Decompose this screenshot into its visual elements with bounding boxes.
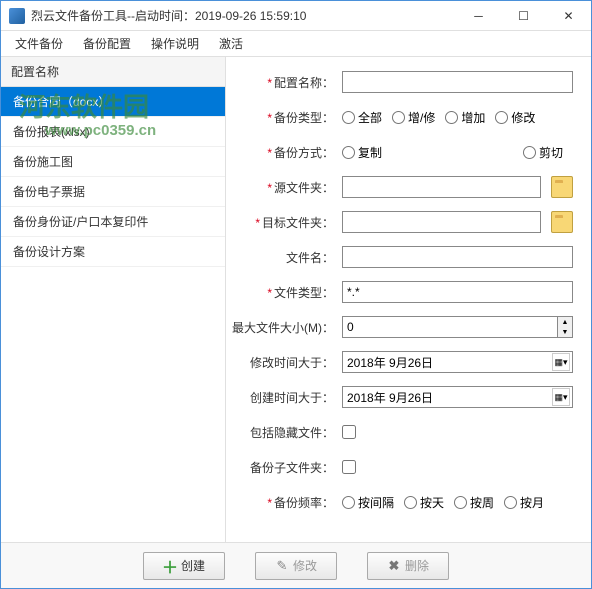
radio-freq-week[interactable]: 按周	[454, 494, 494, 511]
datepicker-create-time[interactable]: 2018年 9月26日 ▦▾	[342, 386, 573, 408]
label-modify-time: 修改时间大于：	[232, 354, 342, 371]
titlebar: 烈云文件备份工具--启动时间：2019-09-26 15:59:10 ─ ☐ ✕	[1, 1, 591, 31]
row-source-folder: *源文件夹：	[232, 176, 573, 198]
pencil-icon: ✎	[275, 559, 289, 573]
form-panel: *配置名称： *备份类型： 全部 增/修 增加 修改 *备份方式：	[226, 57, 591, 542]
menu-backup-config[interactable]: 备份配置	[73, 32, 141, 55]
close-button[interactable]: ✕	[546, 1, 591, 30]
input-file-name[interactable]	[342, 246, 573, 268]
row-max-file-size: 最大文件大小(M)： ▲ ▼	[232, 316, 573, 338]
sidebar-header: 配置名称	[1, 57, 225, 87]
calendar-icon[interactable]: ▦▾	[552, 353, 570, 371]
row-config-name: *配置名称：	[232, 71, 573, 93]
window-controls: ─ ☐ ✕	[456, 1, 591, 30]
label-config-name: *配置名称：	[232, 74, 342, 91]
row-backup-frequency: *备份频率： 按间隔 按天 按周 按月	[232, 491, 573, 513]
delete-button-label: 删除	[405, 557, 429, 574]
radio-freq-day[interactable]: 按天	[404, 494, 444, 511]
menubar: 文件备份 备份配置 操作说明 激活	[1, 31, 591, 57]
create-button-label: 创建	[181, 557, 205, 574]
maximize-button[interactable]: ☐	[501, 1, 546, 30]
row-file-type: *文件类型：	[232, 281, 573, 303]
calendar-icon[interactable]: ▦▾	[552, 388, 570, 406]
sidebar-item-1[interactable]: 备份报表(xlsx)	[1, 117, 225, 147]
sidebar-item-2[interactable]: 备份施工图	[1, 147, 225, 177]
app-icon	[9, 8, 25, 24]
spinner-down-button[interactable]: ▼	[558, 327, 572, 337]
radio-freq-interval[interactable]: 按间隔	[342, 494, 394, 511]
create-button[interactable]: ＋ 创建	[143, 552, 225, 580]
radio-backup-type-mod[interactable]: 修改	[495, 109, 535, 126]
browse-source-folder-button[interactable]	[551, 176, 573, 198]
datepicker-create-time-value: 2018年 9月26日	[343, 389, 552, 406]
spinner-up-button[interactable]: ▲	[558, 317, 572, 327]
modify-button[interactable]: ✎ 修改	[255, 552, 337, 580]
radio-freq-month[interactable]: 按月	[504, 494, 544, 511]
delete-button[interactable]: ✖ 删除	[367, 552, 449, 580]
input-file-type[interactable]	[342, 281, 573, 303]
label-file-name: 文件名：	[232, 249, 342, 266]
x-icon: ✖	[387, 559, 401, 573]
spinner-buttons: ▲ ▼	[557, 316, 573, 338]
row-backup-subfolders: 备份子文件夹：	[232, 456, 573, 478]
row-include-hidden: 包括隐藏文件：	[232, 421, 573, 443]
spinner-max-file-size[interactable]: ▲ ▼	[342, 316, 573, 338]
input-max-file-size[interactable]	[342, 316, 557, 338]
label-source-folder: *源文件夹：	[232, 179, 342, 196]
radio-group-backup-type: 全部 增/修 增加 修改	[342, 109, 535, 126]
label-backup-subfolders: 备份子文件夹：	[232, 459, 342, 476]
body: 河东软件园 www.pc0359.cn 配置名称 备份合同（docx） 备份报表…	[1, 57, 591, 542]
minimize-button[interactable]: ─	[456, 1, 501, 30]
radio-group-backup-mode: 复制 剪切	[342, 144, 573, 161]
sidebar-item-5[interactable]: 备份设计方案	[1, 237, 225, 267]
menu-activate[interactable]: 激活	[209, 32, 253, 55]
radio-backup-type-all[interactable]: 全部	[342, 109, 382, 126]
sidebar-item-4[interactable]: 备份身份证/户口本复印件	[1, 207, 225, 237]
radio-backup-type-add[interactable]: 增加	[445, 109, 485, 126]
sidebar-item-0[interactable]: 备份合同（docx）	[1, 87, 225, 117]
modify-button-label: 修改	[293, 557, 317, 574]
checkbox-backup-subfolders[interactable]	[342, 460, 356, 474]
label-backup-mode: *备份方式：	[232, 144, 342, 161]
input-target-folder[interactable]	[342, 211, 541, 233]
menu-operation-help[interactable]: 操作说明	[141, 32, 209, 55]
radio-backup-mode-cut[interactable]: 剪切	[523, 144, 563, 161]
input-config-name[interactable]	[342, 71, 573, 93]
label-file-type: *文件类型：	[232, 284, 342, 301]
buttonbar: ＋ 创建 ✎ 修改 ✖ 删除	[1, 542, 591, 588]
label-target-folder: *目标文件夹：	[232, 214, 342, 231]
label-backup-type: *备份类型：	[232, 109, 342, 126]
browse-target-folder-button[interactable]	[551, 211, 573, 233]
label-backup-frequency: *备份频率：	[232, 494, 342, 511]
input-source-folder[interactable]	[342, 176, 541, 198]
radio-group-backup-frequency: 按间隔 按天 按周 按月	[342, 494, 544, 511]
label-max-file-size: 最大文件大小(M)：	[232, 319, 342, 336]
checkbox-include-hidden[interactable]	[342, 425, 356, 439]
menu-file-backup[interactable]: 文件备份	[5, 32, 73, 55]
main-window: 烈云文件备份工具--启动时间：2019-09-26 15:59:10 ─ ☐ ✕…	[0, 0, 592, 589]
plus-icon: ＋	[163, 559, 177, 573]
window-title: 烈云文件备份工具--启动时间：2019-09-26 15:59:10	[31, 7, 456, 24]
row-file-name: 文件名：	[232, 246, 573, 268]
row-target-folder: *目标文件夹：	[232, 211, 573, 233]
label-create-time: 创建时间大于：	[232, 389, 342, 406]
row-modify-time: 修改时间大于： 2018年 9月26日 ▦▾	[232, 351, 573, 373]
row-create-time: 创建时间大于： 2018年 9月26日 ▦▾	[232, 386, 573, 408]
radio-backup-mode-copy[interactable]: 复制	[342, 144, 382, 161]
row-backup-type: *备份类型： 全部 增/修 增加 修改	[232, 106, 573, 128]
sidebar-item-3[interactable]: 备份电子票据	[1, 177, 225, 207]
datepicker-modify-time-value: 2018年 9月26日	[343, 354, 552, 371]
label-include-hidden: 包括隐藏文件：	[232, 424, 342, 441]
datepicker-modify-time[interactable]: 2018年 9月26日 ▦▾	[342, 351, 573, 373]
radio-backup-type-addmod[interactable]: 增/修	[392, 109, 435, 126]
row-backup-mode: *备份方式： 复制 剪切	[232, 141, 573, 163]
sidebar: 配置名称 备份合同（docx） 备份报表(xlsx) 备份施工图 备份电子票据 …	[1, 57, 226, 542]
